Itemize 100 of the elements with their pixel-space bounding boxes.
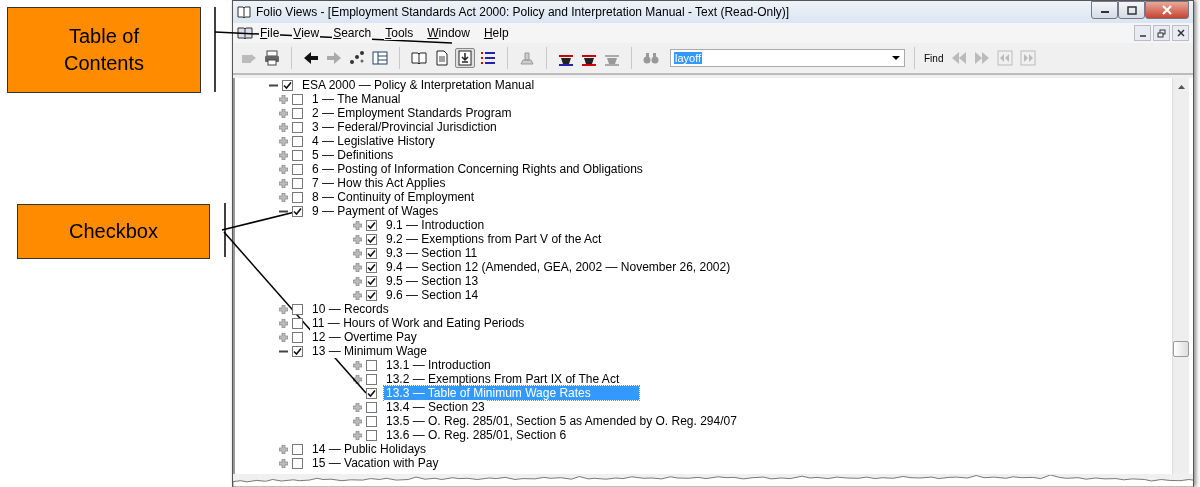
- close-button[interactable]: [1172, 25, 1189, 41]
- tree-item[interactable]: 9 — Payment of Wages: [310, 204, 441, 218]
- tree-item[interactable]: 9.3 — Section 11: [384, 246, 480, 260]
- scroll-up-icon[interactable]: [1177, 85, 1185, 89]
- tree-item[interactable]: 9.4 — Section 12 (Amended, GEA, 2002 — November 26, 2002): [384, 260, 733, 274]
- minimize-button[interactable]: [1091, 1, 1118, 19]
- next-icon: [974, 50, 991, 66]
- menu-item[interactable]: Window: [426, 26, 471, 40]
- checkbox[interactable]: [292, 149, 303, 161]
- checkbox[interactable]: [292, 303, 303, 315]
- panel-button[interactable]: [370, 48, 390, 68]
- tree-item[interactable]: 9.2 — Exemptions from Part V of the Act: [384, 232, 604, 246]
- close-icon: [1176, 29, 1185, 37]
- checkbox[interactable]: [366, 359, 377, 371]
- previous-icon: [951, 50, 968, 66]
- tree-item[interactable]: 13.6 — O. Reg. 285/01, Section 6: [384, 428, 569, 442]
- scrollbar[interactable]: [1172, 78, 1189, 474]
- tree-item[interactable]: ESA 2000 — Policy & Interpretation Manual: [300, 78, 537, 92]
- checkbox[interactable]: [366, 247, 377, 259]
- panel-icon: [372, 50, 388, 66]
- tree-item[interactable]: 14 — Public Holidays: [310, 442, 429, 456]
- dropdown-icon[interactable]: [892, 56, 900, 60]
- checkbox[interactable]: [366, 275, 377, 287]
- printer-button[interactable]: [262, 48, 282, 68]
- tree-item[interactable]: 10 — Records: [310, 302, 391, 316]
- tree-item[interactable]: 9.6 — Section 14: [384, 288, 481, 302]
- stamp-icon: [519, 50, 535, 66]
- tree-item[interactable]: 8 — Continuity of Employment: [310, 190, 477, 204]
- tree-item[interactable]: 13 — Minimum Wage: [310, 344, 429, 358]
- maximize-icon: [1126, 5, 1137, 15]
- tree-item[interactable]: 7 — How this Act Applies: [310, 176, 448, 190]
- menu-item[interactable]: File: [259, 26, 281, 40]
- minimize-button[interactable]: [1134, 25, 1151, 41]
- page-icon: [434, 50, 450, 66]
- checkbox[interactable]: [366, 415, 377, 427]
- close-icon: [1162, 5, 1172, 15]
- binoculars-icon: [643, 50, 659, 66]
- checkbox[interactable]: [366, 289, 377, 301]
- tree-item[interactable]: 3 — Federal/Provincial Jurisdiction: [310, 120, 499, 134]
- tree-item[interactable]: 6 — Posting of Information Concerning Rights and Obligations: [310, 162, 645, 176]
- checkbox[interactable]: [292, 177, 303, 189]
- tree-item[interactable]: 9.5 — Section 13: [384, 274, 481, 288]
- callout-label: Table of Contents: [7, 7, 201, 93]
- checkbox[interactable]: [366, 233, 377, 245]
- checkbox[interactable]: [292, 317, 303, 329]
- tree-item[interactable]: 11 — Hours of Work and Eating Periods: [310, 316, 527, 330]
- checkbox[interactable]: [292, 205, 303, 217]
- list-icon: [480, 50, 496, 66]
- expand-icon[interactable]: [353, 374, 362, 384]
- tree-item[interactable]: 2 — Employment Standards Program: [310, 106, 514, 120]
- checkbox[interactable]: [292, 191, 303, 203]
- first-icon: [997, 50, 1014, 66]
- last-icon: [1020, 50, 1037, 66]
- restore-button[interactable]: [1153, 25, 1170, 41]
- menu-item[interactable]: Search: [332, 26, 373, 40]
- dots-icon: [349, 50, 365, 66]
- checkbox[interactable]: [366, 387, 377, 399]
- checkbox[interactable]: [292, 93, 303, 105]
- checkbox[interactable]: [292, 121, 303, 133]
- checkbox[interactable]: [292, 457, 303, 469]
- checkbox[interactable]: [366, 373, 377, 385]
- tree-item[interactable]: 12 — Overtime Pay: [310, 330, 419, 344]
- back-arrow-icon: [303, 50, 319, 66]
- checkbox[interactable]: [292, 163, 303, 175]
- tree-item[interactable]: 13.5 — O. Reg. 285/01, Section 5 as Amended by O. Reg. 294/07: [384, 414, 739, 428]
- tree-item[interactable]: 15 — Vacation with Pay: [310, 456, 441, 470]
- find-label: Find: [924, 52, 944, 64]
- scroll-thumb[interactable]: [1173, 341, 1189, 357]
- checkbox[interactable]: [292, 107, 303, 119]
- restore-icon: [1157, 28, 1166, 38]
- maximize-button[interactable]: [1118, 1, 1145, 19]
- checkbox[interactable]: [366, 429, 377, 441]
- menu-item[interactable]: View: [292, 26, 321, 40]
- checkbox[interactable]: [292, 331, 303, 343]
- tree-item[interactable]: 13.4 — Section 23: [384, 400, 487, 414]
- tree-item[interactable]: 5 — Definitions: [310, 148, 396, 162]
- tree-item[interactable]: 13.2 — Exemptions From Part IX of The Act: [384, 372, 622, 386]
- checkbox[interactable]: [282, 79, 293, 91]
- checkbox[interactable]: [366, 219, 377, 231]
- callout-label: Checkbox: [17, 204, 210, 259]
- contents-icon: [457, 50, 473, 66]
- contents-button[interactable]: [455, 48, 475, 68]
- checkbox[interactable]: [366, 401, 377, 413]
- menu-item[interactable]: Tools: [384, 26, 415, 40]
- book-icon: [411, 50, 427, 66]
- menu-item[interactable]: Help: [482, 26, 510, 40]
- forward-arrow-icon: [326, 50, 342, 66]
- tree-item[interactable]: 4 — Legislative History: [310, 134, 437, 148]
- window-title: Folio Views - [Employment Standards Act 2000: Policy and Interpretation Manual - Text (Read-Only)]: [256, 5, 790, 19]
- bracket-line: [224, 202, 226, 258]
- tree-item[interactable]: 1 — The Manual: [310, 92, 403, 106]
- printer-icon: [264, 50, 280, 66]
- checkbox[interactable]: [292, 345, 303, 357]
- tree-item[interactable]: 13.1 — Introduction: [384, 358, 493, 372]
- checkbox[interactable]: [292, 443, 303, 455]
- checkbox[interactable]: [292, 135, 303, 147]
- book-icon: [237, 26, 253, 40]
- checkbox[interactable]: [366, 261, 377, 273]
- tree-item[interactable]: 9.1 — Introduction: [384, 218, 487, 232]
- book-icon: [237, 5, 251, 19]
